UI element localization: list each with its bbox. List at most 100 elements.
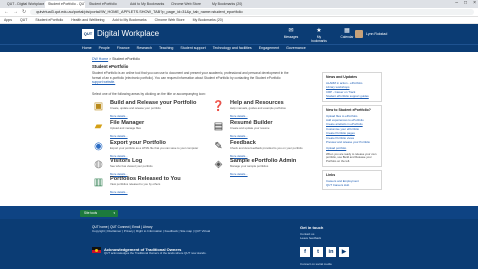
nav-item-home[interactable]: Home [82,45,92,52]
facebook-icon[interactable]: f [300,247,310,257]
browser-tab[interactable]: Student ePortfolio [86,1,126,8]
tile-more-link[interactable]: More details... [110,190,128,194]
bookmark[interactable]: Health and Wellbeing [71,18,104,22]
resume-icon[interactable]: ▤ [212,120,225,133]
tile-more-link[interactable]: More details... [110,114,128,118]
tile-more-link[interactable]: More details... [110,172,128,176]
tile-more-link[interactable]: More details... [110,154,128,158]
links-box: Links Careers and Employment QUT Careers… [322,169,382,191]
tile-description: Help manuals, guides and example portfol… [230,105,286,110]
visitors-icon[interactable]: ◍ [92,158,105,171]
tile-build-and-release-your-portfolio[interactable]: ▣ Build and Release your Portfolio Create,… [92,100,202,118]
folder-icon[interactable]: ▰ [92,120,105,133]
nav-item-finance[interactable]: Finance [117,45,130,52]
site-title[interactable]: Digital Workplace [97,29,159,39]
nav-item-teaching[interactable]: Teaching [159,45,173,52]
news-heading: News and Updates [326,75,358,79]
bookmark[interactable]: Apps [4,18,12,22]
support-website-link[interactable]: support website. [92,80,115,84]
nav-item-governance[interactable]: Governance [286,45,306,52]
tile-resum-builder[interactable]: ▤ Resumé Builder Create and update your re… [212,120,322,138]
browser-tab[interactable]: Student ePortfolio - QUT Digital W... [45,1,85,8]
close-icon[interactable]: × [473,0,476,7]
tile-sample-eportfolio-admin[interactable]: ◈ Sample ePortfolio Admin Manage your samp… [212,158,322,176]
tile-visitors-log[interactable]: ◍ Visitors Log See who has viewed your por… [92,158,202,176]
bookmarks-button[interactable]: ★ My bookmarks [310,28,328,43]
acknowledgement: Acknowledgement of Traditional Owners QU… [92,247,254,256]
user-name: Lynn Rokstad [366,32,388,36]
nav-item-people[interactable]: People [99,45,110,52]
qut-logo[interactable]: QUT [82,29,94,39]
feedback-icon[interactable]: ✎ [212,140,225,153]
tile-more-link[interactable]: More details... [230,154,248,158]
mail-icon: ✉ [288,28,294,34]
back-icon[interactable]: ← [4,9,9,15]
leave-feedback-link[interactable]: Leave feedback [300,236,323,240]
header-icon-label: My bookmarks [311,35,327,43]
nav-item-engagement[interactable]: Engagement [259,45,279,52]
get-in-touch-heading: Get in touch [300,225,324,230]
url-field[interactable]: qutvirtual3.qut.edu.au/portal/pls/portal… [30,9,474,15]
browser-tab[interactable]: QUT - Digital Workplace [4,1,44,8]
header-icon-label: Messages [283,35,299,39]
avatar [355,30,363,38]
portfolio-build-icon[interactable]: ▣ [92,100,105,113]
upload-portfolio-link[interactable]: Upload portfolio [326,146,378,150]
site-tools-label: Site tools [84,211,98,215]
tile-export-your-portfolio[interactable]: ◉ Export your Portfolio Export your portfo… [92,140,202,158]
linkedin-icon[interactable]: in [326,247,336,257]
news-box: News and Updates ALARM in action - ePort… [322,72,382,102]
nav-item-student-support[interactable]: Student support [180,45,205,52]
tile-feedback[interactable]: ✎ Feedback Check and view feedback provide… [212,140,322,158]
bookmark[interactable]: Add to My Bookmarks [112,18,146,22]
breadcrumb-home-link[interactable]: DW Home [92,57,108,61]
export-icon[interactable]: ◉ [92,140,105,153]
tile-help-and-resources[interactable]: ❓ Help and Resources Help manuals, guides … [212,100,322,118]
nav-item-technology[interactable]: Technology and facilities [213,45,252,52]
tile-more-link[interactable]: More details... [110,134,128,138]
intro-text: Student ePortfolio is an online tool tha… [92,71,292,85]
released-icon[interactable]: ▥ [92,176,105,189]
forward-icon[interactable]: → [13,9,18,15]
bookmark[interactable]: Chrome Web Store [155,18,185,22]
browser-tab[interactable]: Add to My Bookmarks [127,1,167,8]
youtube-icon[interactable]: ▶ [339,247,349,257]
browser-tab[interactable]: Chrome Web Store [168,1,208,8]
bookmark[interactable]: My Bookmarks (20) [193,18,223,22]
news-link[interactable]: Student ePortfolio support guides [326,94,378,98]
tile-portfolios-released-to-you[interactable]: ▥ Portfolios Released to You View portfoli… [92,176,202,194]
calendar-button[interactable]: ▦ Calendar [338,28,356,43]
tile-description: Create and update your resume [230,125,270,130]
new-user-heading: New to Student ePortfolio? [326,107,371,112]
browser-tab[interactable]: My Bookmarks (20) [209,1,249,8]
bookmarks-bar: Apps QUT Student ePortfolio Health and W… [0,17,478,24]
messages-button[interactable]: ✉ Messages [282,28,300,43]
bookmark[interactable]: QUT [20,18,27,22]
user-menu[interactable]: Lynn Rokstad [355,30,387,38]
admin-icon[interactable]: ◈ [212,158,225,171]
tile-more-link[interactable]: More details... [230,114,248,118]
reload-icon[interactable]: ↻ [22,9,26,15]
tile-description: Manage your sample portfolios [230,163,269,168]
tile-file-manager[interactable]: ▰ File Manager Upload and manage files More… [92,120,202,138]
help-icon[interactable]: ❓ [212,100,225,113]
nav-item-research[interactable]: Research [137,45,152,52]
site-tools-button[interactable]: Site tools ▾ [80,210,118,217]
tile-description: View portfolios released to you by other… [110,181,161,186]
footer-legal-links[interactable]: Copyright | Disclaimer | Privacy | Right… [92,229,272,233]
tile-more-link[interactable]: More details... [230,172,248,176]
twitter-icon[interactable]: t [313,247,323,257]
careers-hub-link[interactable]: QUT Careers Hub [326,183,378,187]
intro-body: Student ePortfolio is an online tool tha… [92,71,289,80]
bookmark[interactable]: Student ePortfolio [35,18,63,22]
maximize-icon[interactable]: □ [464,0,467,7]
minimize-icon[interactable]: – [455,0,458,7]
sidebar: News and Updates ALARM in action - ePort… [322,72,382,193]
tile-more-link[interactable]: More details... [230,134,248,138]
chevron-down-icon: ▾ [113,211,115,215]
site-header: QUT Digital Workplace ✉ Messages ★ My bo… [0,24,478,44]
guide-link[interactable]: Preview and release your Portfolio [326,140,378,144]
footer-tools-strip [0,206,478,219]
breadcrumb-separator: > [109,57,112,61]
page-title: Student ePortfolio [92,64,129,69]
